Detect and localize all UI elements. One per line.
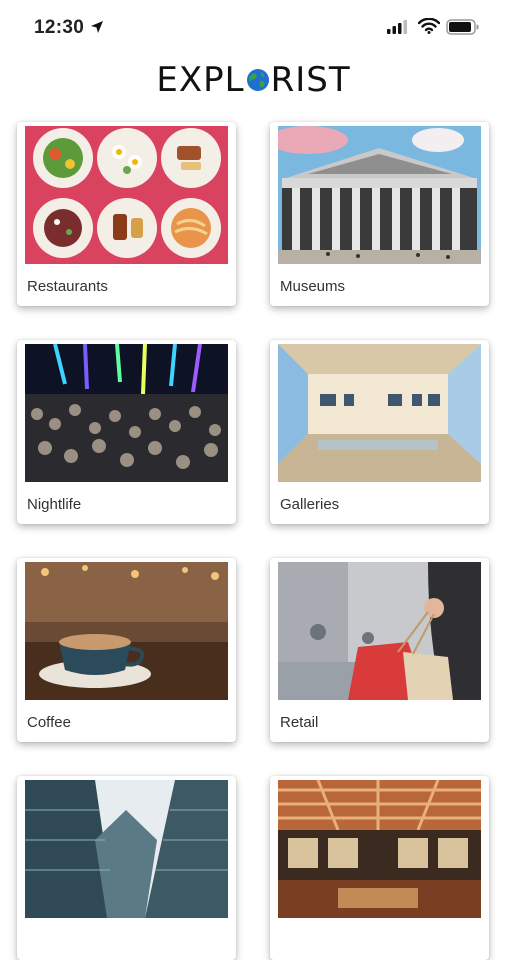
category-card-galleries[interactable]: Galleries [270,340,489,524]
app-logo: EXPL RIST [0,60,507,100]
coffee-image [25,562,228,700]
cellular-signal-icon [387,20,407,34]
category-label: Galleries [280,496,340,513]
museums-image [278,126,481,264]
wifi-icon [418,18,440,34]
location-arrow-icon [91,21,103,33]
category-label: Restaurants [27,278,108,295]
battery-icon [446,19,479,35]
category-label: Coffee [27,714,71,731]
category-card-coffee[interactable]: Coffee [17,558,236,742]
category-card-retail[interactable]: Retail [270,558,489,742]
category-card-nightlife[interactable]: Nightlife [17,340,236,524]
category-label: Museums [280,278,346,295]
category-label: Retail [280,714,319,731]
status-bar: 12:30 [0,0,507,56]
logo-text-right: RIST [270,60,351,100]
galleries-image [278,344,481,482]
logo-text-left: EXPL [156,60,245,100]
globe-icon [246,69,269,91]
category-card-7[interactable] [17,776,236,960]
category-card-restaurants[interactable]: Restaurants [17,122,236,306]
category-card-museums[interactable]: Museums [270,122,489,306]
skyscrapers-image [25,780,228,918]
restaurants-image [25,126,228,264]
status-time: 12:30 [34,17,85,38]
category-label: Nightlife [27,496,82,513]
category-card-8[interactable] [270,776,489,960]
nightlife-image [25,344,228,482]
retail-image [278,562,481,700]
bookstore-image [278,780,481,918]
